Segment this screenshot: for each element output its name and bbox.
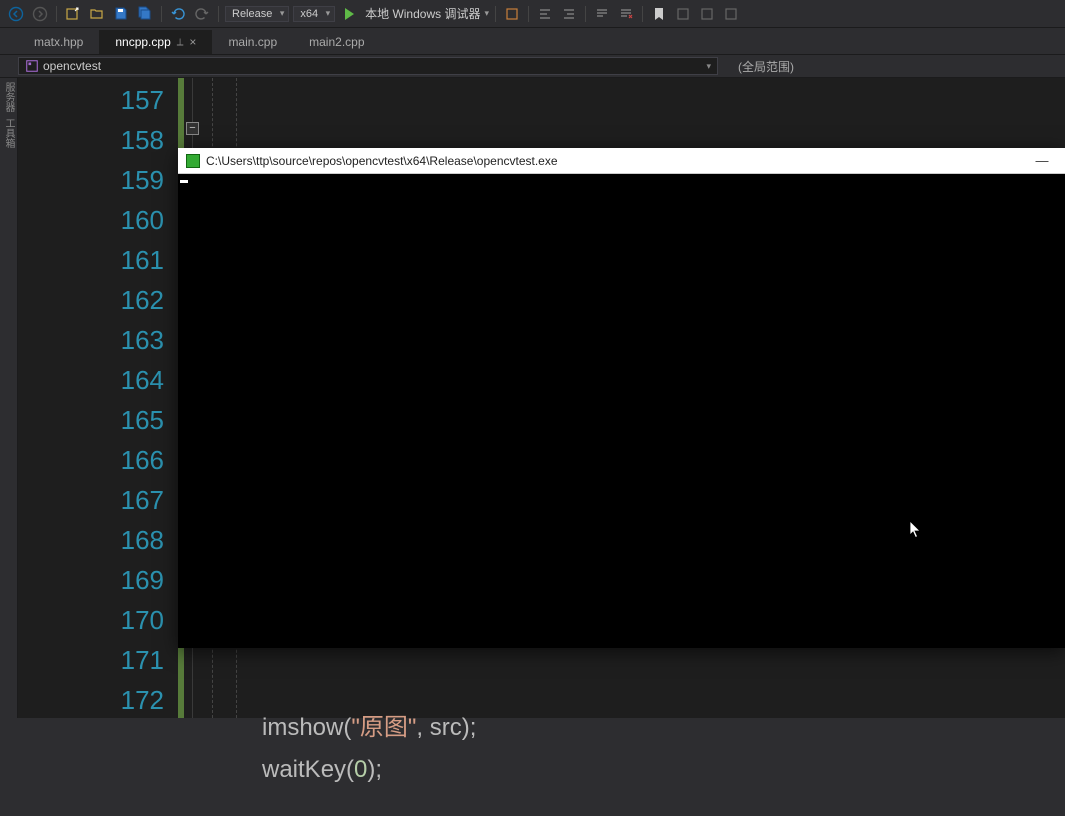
- document-tabstrip: matx.hpp nncpp.cpp ⟂ × main.cpp main2.cpp: [0, 28, 1065, 54]
- tab-label: main.cpp: [228, 35, 277, 49]
- console-caret: [180, 180, 188, 183]
- console-output[interactable]: [178, 174, 1065, 648]
- platform-combo[interactable]: x64: [293, 6, 335, 22]
- tab-label: matx.hpp: [34, 35, 83, 49]
- console-titlebar[interactable]: C:\Users\ttp\source\repos\opencvtest\x64…: [178, 148, 1065, 174]
- toolbar-icon-a[interactable]: [673, 4, 693, 24]
- tab-label: nncpp.cpp: [115, 35, 170, 49]
- server-explorer-tab[interactable]: 服务器: [1, 82, 16, 112]
- project-scope-combo[interactable]: opencvtest ▾: [18, 57, 718, 75]
- save-icon[interactable]: [111, 4, 131, 24]
- toolbar-icon-b[interactable]: [697, 4, 717, 24]
- pin-icon[interactable]: ⟂: [177, 37, 184, 48]
- left-toolwell: 服务器 工具箱: [0, 78, 18, 718]
- console-app-icon: [186, 154, 200, 168]
- toolbar-icon-1[interactable]: [502, 4, 522, 24]
- project-icon: [25, 59, 39, 73]
- toolbar-icon-c[interactable]: [721, 4, 741, 24]
- project-name: opencvtest: [43, 59, 101, 73]
- nav-forward-button[interactable]: [30, 4, 50, 24]
- main-toolbar: Release x64 本地 Windows 调试器 ▾: [0, 0, 1065, 28]
- indent-less-icon[interactable]: [535, 4, 555, 24]
- console-title-text: C:\Users\ttp\source\repos\opencvtest\x64…: [206, 154, 558, 168]
- tab-nncpp[interactable]: nncpp.cpp ⟂ ×: [99, 30, 212, 54]
- tab-main2[interactable]: main2.cpp: [293, 30, 380, 54]
- minimize-button[interactable]: —: [1027, 151, 1057, 171]
- configuration-combo[interactable]: Release: [225, 6, 289, 22]
- uncomment-icon[interactable]: [616, 4, 636, 24]
- debug-target-label[interactable]: 本地 Windows 调试器: [365, 5, 480, 22]
- code-nav-bar: opencvtest ▾ (全局范围): [0, 54, 1065, 78]
- save-all-icon[interactable]: [135, 4, 155, 24]
- undo-icon[interactable]: [168, 4, 188, 24]
- comment-icon[interactable]: [592, 4, 612, 24]
- line-number-gutter: 1571581591601611621631641651661671681691…: [18, 78, 178, 718]
- tab-matx[interactable]: matx.hpp: [18, 30, 99, 54]
- scope-label[interactable]: (全局范围): [738, 58, 794, 75]
- fold-toggle[interactable]: −: [186, 122, 199, 135]
- tab-label: main2.cpp: [309, 35, 364, 49]
- nav-back-button[interactable]: [6, 4, 26, 24]
- indent-more-icon[interactable]: [559, 4, 579, 24]
- open-file-icon[interactable]: [87, 4, 107, 24]
- toolbox-tab[interactable]: 工具箱: [1, 118, 16, 148]
- redo-icon[interactable]: [192, 4, 212, 24]
- start-debug-button[interactable]: [339, 4, 359, 24]
- console-window[interactable]: C:\Users\ttp\source\repos\opencvtest\x64…: [178, 148, 1065, 648]
- close-icon[interactable]: ×: [189, 35, 196, 49]
- bookmark-icon[interactable]: [649, 4, 669, 24]
- new-project-icon[interactable]: [63, 4, 83, 24]
- tab-main[interactable]: main.cpp: [212, 30, 293, 54]
